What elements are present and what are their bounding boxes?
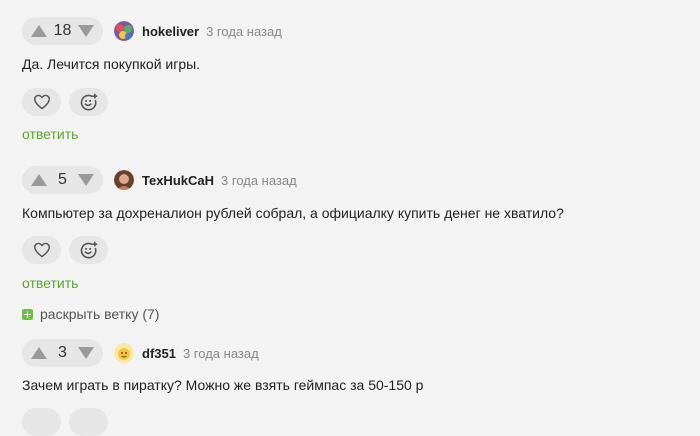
avatar-colorful-icon[interactable] [114, 21, 134, 41]
avatar-person-icon[interactable] [114, 170, 134, 190]
comment-3: 3 df351 3 года назад Зачем играть в пира… [22, 339, 700, 393]
downvote-arrow-icon[interactable] [78, 172, 94, 188]
plus-icon [22, 308, 33, 320]
timestamp[interactable]: 3 года назад [221, 173, 297, 188]
username[interactable]: df351 [142, 346, 176, 361]
comment-header: 18 hokeliver 3 года назад [22, 17, 700, 45]
comment-actions-partial [22, 408, 108, 436]
vote-count: 18 [53, 22, 72, 39]
heart-icon [33, 94, 50, 110]
upvote-arrow-icon[interactable] [31, 23, 47, 39]
like-button[interactable] [22, 236, 61, 264]
avatar-yellow-icon[interactable] [114, 343, 134, 363]
timestamp[interactable]: 3 года назад [183, 346, 259, 361]
upvote-arrow-icon[interactable] [31, 172, 47, 188]
comment-actions [22, 236, 108, 264]
add-reaction-button[interactable] [69, 408, 108, 436]
reply-link[interactable]: ответить [22, 275, 78, 291]
reply-link[interactable]: ответить [22, 126, 78, 142]
comment-text: Компьютер за дохреналион рублей собрал, … [22, 205, 564, 221]
comment-1: 18 hokeliver 3 года назад Да. Лечится по… [22, 17, 700, 142]
comment-2: 5 TexHukCaH 3 года назад Компьютер за до… [22, 166, 700, 291]
expand-thread-label: раскрыть ветку (7) [40, 306, 160, 322]
comment-text: Зачем играть в пиратку? Можно же взять г… [22, 377, 424, 393]
add-reaction-button[interactable] [69, 236, 108, 264]
vote-widget: 5 [22, 166, 103, 194]
username[interactable]: TexHukCaH [142, 173, 214, 188]
downvote-arrow-icon[interactable] [78, 345, 94, 361]
comment-header: 3 df351 3 года назад [22, 339, 700, 367]
vote-count: 5 [58, 171, 67, 188]
downvote-arrow-icon[interactable] [78, 23, 94, 39]
like-button[interactable] [22, 408, 61, 436]
vote-count: 3 [58, 344, 67, 361]
comment-text: Да. Лечится покупкой игры. [22, 56, 201, 72]
vote-widget: 3 [22, 339, 103, 367]
emoji-add-icon [80, 93, 98, 110]
expand-thread-button[interactable]: раскрыть ветку (7) [22, 306, 159, 322]
vote-widget: 18 [22, 17, 103, 45]
like-button[interactable] [22, 88, 61, 116]
emoji-add-icon [80, 241, 98, 258]
comment-header: 5 TexHukCaH 3 года назад [22, 166, 700, 194]
username[interactable]: hokeliver [142, 24, 199, 39]
timestamp[interactable]: 3 года назад [206, 24, 282, 39]
upvote-arrow-icon[interactable] [31, 345, 47, 361]
heart-icon [33, 242, 50, 258]
add-reaction-button[interactable] [69, 88, 108, 116]
comment-actions [22, 88, 108, 116]
